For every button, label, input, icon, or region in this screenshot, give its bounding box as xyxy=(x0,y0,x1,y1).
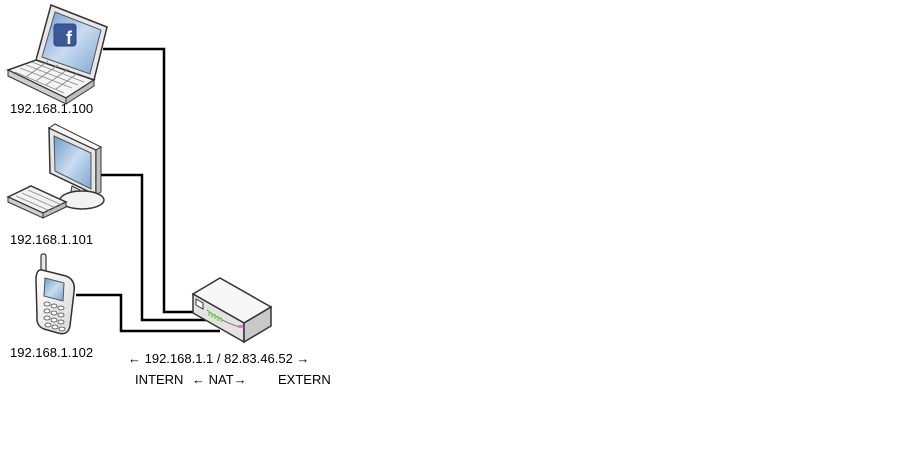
laptop-icon xyxy=(6,3,108,105)
desktop-ip-label: 192.168.1.101 xyxy=(10,232,93,247)
facebook-icon: f xyxy=(53,23,77,48)
desktop-cable xyxy=(97,173,208,322)
mobile-phone-icon xyxy=(35,253,76,335)
network-diagram: f 192.168.1.100 192.168.1.101 192.168.1.… xyxy=(6,3,331,387)
nat-label: ← NAT→ xyxy=(192,372,247,387)
phone-ip-label: 192.168.1.102 xyxy=(10,345,93,360)
router-address-label: ← 192.168.1.1 / 82.83.46.52 → xyxy=(128,351,309,366)
facebook-badge: f xyxy=(66,28,73,48)
extern-label: EXTERN xyxy=(278,372,331,387)
laptop-cable xyxy=(103,47,196,314)
intern-label: INTERN xyxy=(135,372,183,387)
laptop-ip-label: 192.168.1.100 xyxy=(10,101,93,116)
router-icon xyxy=(191,277,273,344)
desktop-computer-icon xyxy=(6,123,105,219)
